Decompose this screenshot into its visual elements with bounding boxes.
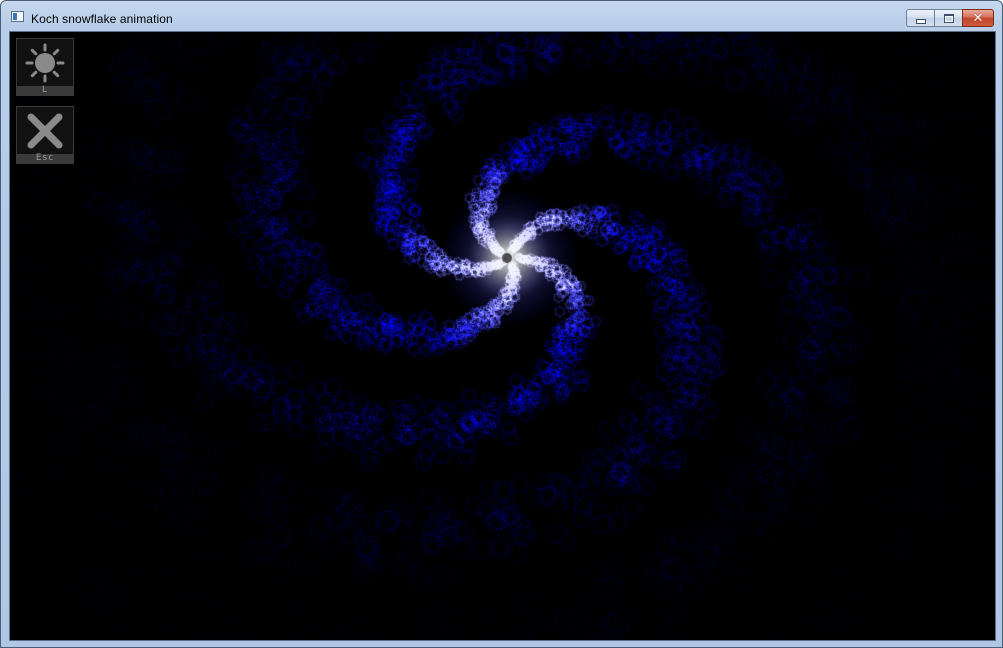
sun-icon (17, 39, 73, 87)
exit-button[interactable]: Esc (16, 106, 74, 164)
light-toggle-button[interactable]: L (16, 38, 74, 96)
app-window: Koch snowflake animation ✕ L Esc (0, 0, 1003, 648)
window-title: Koch snowflake animation (31, 12, 173, 26)
light-key-label: L (17, 86, 73, 95)
exit-key-label: Esc (17, 154, 73, 163)
minimize-icon (915, 18, 926, 24)
animation-canvas-area[interactable]: L Esc (9, 31, 996, 641)
maximize-icon (943, 13, 954, 23)
koch-spiral-canvas[interactable] (10, 32, 995, 640)
close-icon: ✕ (972, 10, 984, 26)
title-bar[interactable]: Koch snowflake animation ✕ (1, 1, 1002, 31)
caption-buttons: ✕ (906, 9, 994, 27)
app-window-icon[interactable] (11, 11, 24, 22)
x-cross-icon (17, 107, 73, 155)
maximize-button[interactable] (934, 9, 963, 27)
minimize-button[interactable] (906, 9, 935, 27)
close-button[interactable]: ✕ (962, 9, 994, 27)
